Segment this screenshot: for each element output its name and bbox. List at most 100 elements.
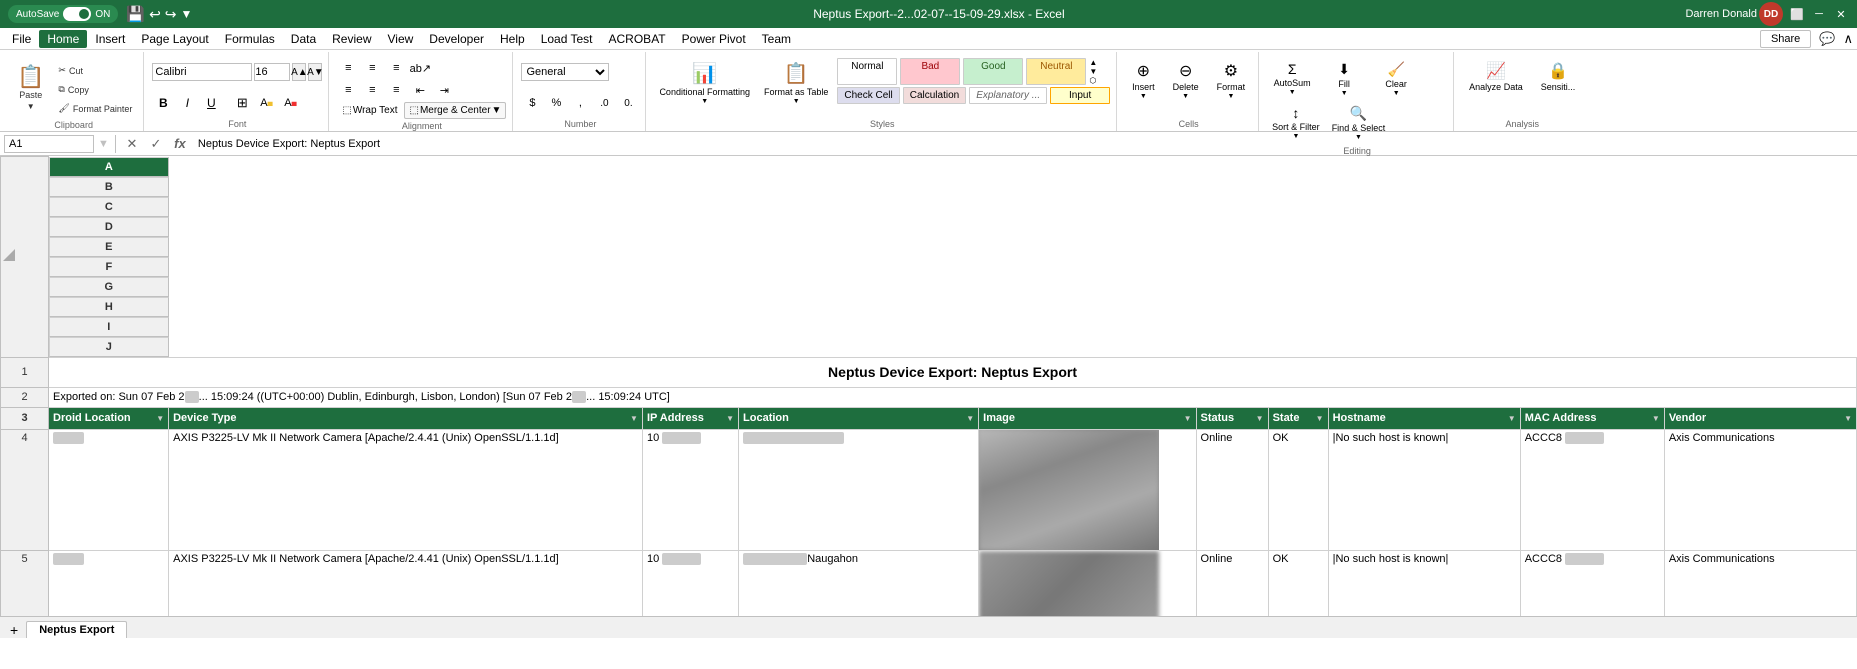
paste-button[interactable]: 📋 Paste ▼ [10,58,51,118]
comment-icon[interactable]: 💬 [1819,31,1835,47]
format-cells-button[interactable]: ⚙ Format ▼ [1210,58,1253,103]
menu-insert[interactable]: Insert [87,30,133,48]
decrease-font-size[interactable]: A▼ [308,63,322,81]
font-size-input[interactable] [254,63,290,81]
menu-review[interactable]: Review [324,30,379,48]
customize-icon[interactable]: ▼ [181,7,193,21]
clear-button[interactable]: 🧹 Clear ▼ [1371,58,1421,100]
col-header-j[interactable]: J [49,337,169,357]
menu-help[interactable]: Help [492,30,533,48]
row-header-4[interactable]: 4 [1,429,49,550]
cell-hostname-2[interactable]: |No such host is known| [1328,550,1520,616]
increase-font-size[interactable]: A▲ [292,63,306,81]
align-right-btn[interactable]: ≡ [385,80,407,100]
cell-ip-1[interactable]: 10 •••••••• [642,429,738,550]
menu-file[interactable]: File [4,30,39,48]
col-location[interactable]: Location▼ [739,407,979,429]
style-bad[interactable]: Bad [900,58,960,85]
style-normal[interactable]: Normal [837,58,897,85]
cell-device-type-1[interactable]: AXIS P3225-LV Mk II Network Camera [Apac… [169,429,643,550]
add-sheet-button[interactable]: + [4,622,24,638]
share-button[interactable]: Share [1760,30,1811,48]
name-box-expand[interactable]: ▼ [98,138,109,150]
delete-cells-button[interactable]: ⊖ Delete ▼ [1166,58,1206,103]
menu-home[interactable]: Home [39,30,87,48]
col-header-d[interactable]: D [49,217,169,237]
menu-page-layout[interactable]: Page Layout [133,30,216,48]
find-select-button[interactable]: 🔍 Find & Select ▼ [1327,102,1391,144]
cell-device-type-2[interactable]: AXIS P3225-LV Mk II Network Camera [Apac… [169,550,643,616]
underline-button[interactable]: U [200,93,222,113]
avatar[interactable]: DD [1759,2,1783,26]
save-icon[interactable]: 💾 [126,5,145,23]
col-header-e[interactable]: E [49,237,169,257]
menu-formulas[interactable]: Formulas [217,30,283,48]
style-calculation[interactable]: Calculation [903,87,966,104]
col-vendor[interactable]: Vendor▼ [1664,407,1856,429]
autosave-toggle[interactable] [63,7,91,21]
align-top-center-btn[interactable]: ≡ [361,58,383,78]
analyze-data-button[interactable]: 📈 Analyze Data [1462,58,1530,95]
cell-vendor-2[interactable]: Axis Communications [1664,550,1856,616]
spreadsheet[interactable]: A B C D E F G H I J 1 Neptus Device Expo… [0,156,1857,616]
increase-decimal-btn[interactable]: .0 [593,93,615,113]
font-name-input[interactable] [152,63,252,81]
row-header-2[interactable]: 2 [1,387,49,407]
italic-button[interactable]: I [176,93,198,113]
autosave-badge[interactable]: AutoSave ON [8,5,118,23]
percent-btn[interactable]: % [545,93,567,113]
minimize-btn[interactable]: ─ [1811,6,1827,22]
format-painter-button[interactable]: 🖌 Format Painter [53,100,137,117]
cell-status-2[interactable]: Online [1196,550,1268,616]
col-header-c[interactable]: C [49,197,169,217]
col-header-h[interactable]: H [49,297,169,317]
orientation-btn[interactable]: ab↗ [409,58,431,78]
col-header-f[interactable]: F [49,257,169,277]
fill-button[interactable]: ⬇ Fill ▼ [1319,58,1369,100]
merge-center-button[interactable]: ⬚ Merge & Center ▼ [404,102,506,119]
menu-data[interactable]: Data [283,30,324,48]
cancel-formula-btn[interactable]: ✕ [122,136,142,152]
col-image[interactable]: Image▼ [979,407,1196,429]
cell-mac-1[interactable]: ACCC8 •••••••• [1520,429,1664,550]
cell-location-1[interactable]: ••••• •••• •••• •••• •••• [739,429,979,550]
col-ip-address[interactable]: IP Address▼ [642,407,738,429]
copy-button[interactable]: ⧉ Copy [53,81,137,98]
col-status[interactable]: Status▼ [1196,407,1268,429]
col-header-g[interactable]: G [49,277,169,297]
col-header-i[interactable]: I [49,317,169,337]
number-format-dropdown[interactable]: General [521,63,609,81]
cell-droid-location-1[interactable]: •••••• [49,429,169,550]
ribbon-collapse-icon[interactable]: ∧ [1843,31,1853,47]
sensitivity-button[interactable]: 🔒 Sensiti... [1534,58,1583,95]
col-header-b[interactable]: B [49,177,169,197]
row-header-3[interactable]: 3 [1,407,49,429]
menu-power-pivot[interactable]: Power Pivot [674,30,754,48]
col-hostname[interactable]: Hostname▼ [1328,407,1520,429]
redo-icon[interactable]: ↪ [165,6,177,23]
align-top-left-btn[interactable]: ≡ [337,58,359,78]
styles-scroll[interactable]: ▲ ▼ ⬡ [1089,58,1097,85]
style-good[interactable]: Good [963,58,1023,85]
conditional-formatting-button[interactable]: 📊 Conditional Formatting ▼ [654,58,755,108]
decrease-decimal-btn[interactable]: 0. [617,93,639,113]
close-btn[interactable]: ✕ [1833,6,1849,22]
cell-status-1[interactable]: Online [1196,429,1268,550]
comma-btn[interactable]: , [569,93,591,113]
confirm-formula-btn[interactable]: ✓ [146,136,166,152]
row-header-1[interactable]: 1 [1,357,49,387]
menu-developer[interactable]: Developer [421,30,492,48]
cell-vendor-1[interactable]: Axis Communications [1664,429,1856,550]
col-device-type[interactable]: Device Type▼ [169,407,643,429]
name-box[interactable] [4,135,94,153]
restore-btn[interactable]: ⬜ [1789,6,1805,22]
col-mac-address[interactable]: MAC Address▼ [1520,407,1664,429]
bold-button[interactable]: B [152,93,174,113]
align-center-btn[interactable]: ≡ [361,80,383,100]
cell-state-2[interactable]: OK [1268,550,1328,616]
cell-location-2[interactable]: ••••• •••• •••• Naugahon [739,550,979,616]
format-as-table-button[interactable]: 📋 Format as Table ▼ [759,58,833,108]
style-explanatory[interactable]: Explanatory ... [969,87,1047,104]
col-droid-location[interactable]: Droid Location▼ [49,407,169,429]
accounting-btn[interactable]: $ [521,93,543,113]
